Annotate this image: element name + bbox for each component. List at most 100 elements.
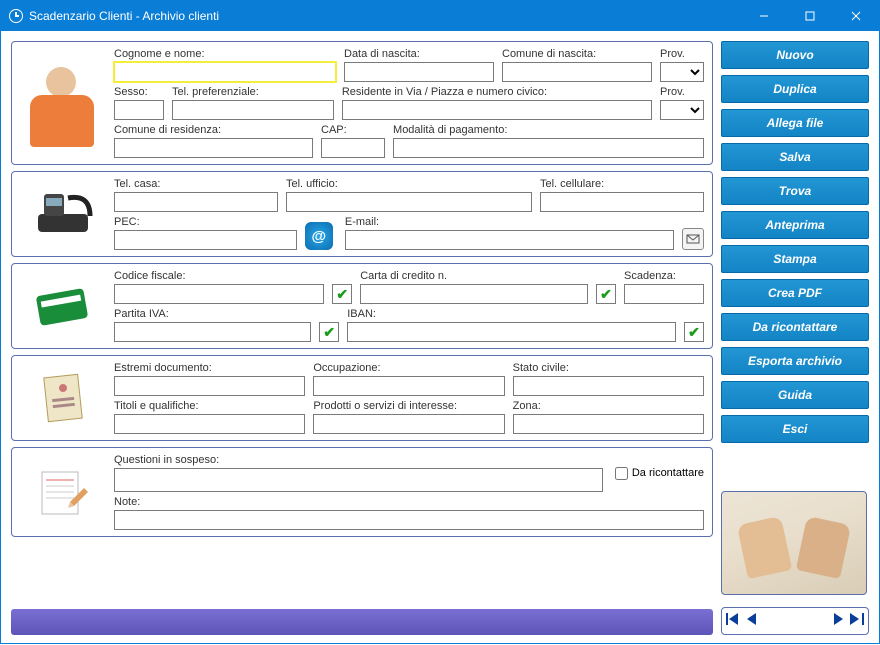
prov2-select[interactable]	[660, 100, 704, 120]
esporta-button[interactable]: Esporta archivio	[721, 347, 869, 375]
cf-label: Codice fiscale:	[114, 270, 324, 282]
comune-nascita-input[interactable]	[502, 62, 652, 82]
phone-icon	[20, 178, 106, 250]
scad-label: Scadenza:	[624, 270, 704, 282]
cc-input[interactable]	[360, 284, 588, 304]
nav-first-button[interactable]	[726, 612, 740, 630]
estremi-label: Estremi documento:	[114, 362, 305, 374]
trova-button[interactable]: Trova	[721, 177, 869, 205]
panel-contatti: Tel. casa: Tel. ufficio: Tel. cellulare:…	[11, 171, 713, 257]
note-label: Note:	[114, 496, 704, 508]
panel-fiscale: Codice fiscale: ✔ Carta di credito n. ✔ …	[11, 263, 713, 349]
tel-ufficio-input[interactable]	[286, 192, 532, 212]
tel-casa-input[interactable]	[114, 192, 278, 212]
email-input[interactable]	[345, 230, 674, 250]
email-action-button[interactable]	[682, 228, 704, 250]
cc-validate-button[interactable]: ✔	[596, 284, 616, 304]
creapdf-button[interactable]: Crea PDF	[721, 279, 869, 307]
piva-validate-button[interactable]: ✔	[319, 322, 339, 342]
record-navigator	[721, 607, 869, 635]
handshake-image	[721, 491, 867, 595]
guida-button[interactable]: Guida	[721, 381, 869, 409]
duplica-button[interactable]: Duplica	[721, 75, 869, 103]
sesso-input[interactable]	[114, 100, 164, 120]
close-button[interactable]	[833, 1, 879, 31]
allega-button[interactable]: Allega file	[721, 109, 869, 137]
stato-input[interactable]	[513, 376, 704, 396]
occup-input[interactable]	[313, 376, 504, 396]
salva-button[interactable]: Salva	[721, 143, 869, 171]
cognome-label: Cognome e nome:	[114, 48, 336, 60]
residente-label: Residente in Via / Piazza e numero civic…	[342, 86, 652, 98]
comune-nascita-label: Comune di nascita:	[502, 48, 652, 60]
prov1-label: Prov.	[660, 48, 704, 60]
ricontattare-checkbox-label: Da ricontattare	[632, 467, 704, 479]
iban-validate-button[interactable]: ✔	[684, 322, 704, 342]
mod-pagamento-label: Modalità di pagamento:	[393, 124, 704, 136]
titoli-label: Titoli e qualifiche:	[114, 400, 305, 412]
cc-label: Carta di credito n.	[360, 270, 588, 282]
tel-cell-label: Tel. cellulare:	[540, 178, 704, 190]
esci-button[interactable]: Esci	[721, 415, 869, 443]
panel-note: Questioni in sospeso: Da ricontattare No…	[11, 447, 713, 537]
stato-label: Stato civile:	[513, 362, 704, 374]
document-icon	[20, 362, 106, 434]
maximize-button[interactable]	[787, 1, 833, 31]
app-icon	[9, 9, 23, 23]
titoli-input[interactable]	[114, 414, 305, 434]
at-icon: @	[305, 222, 333, 250]
estremi-input[interactable]	[114, 376, 305, 396]
tel-pref-input[interactable]	[172, 100, 334, 120]
cf-input[interactable]	[114, 284, 324, 304]
piva-label: Partita IVA:	[114, 308, 311, 320]
cap-label: CAP:	[321, 124, 385, 136]
prodotti-label: Prodotti o servizi di interesse:	[313, 400, 504, 412]
nuovo-button[interactable]: Nuovo	[721, 41, 869, 69]
card-icon	[20, 270, 106, 342]
tel-ufficio-label: Tel. ufficio:	[286, 178, 532, 190]
piva-input[interactable]	[114, 322, 311, 342]
pec-label: PEC:	[114, 216, 297, 228]
person-image	[20, 48, 106, 158]
cf-validate-button[interactable]: ✔	[332, 284, 352, 304]
comune-res-input[interactable]	[114, 138, 313, 158]
notepad-icon	[20, 454, 106, 530]
stampa-button[interactable]: Stampa	[721, 245, 869, 273]
questioni-label: Questioni in sospeso:	[114, 454, 603, 466]
minimize-button[interactable]	[741, 1, 787, 31]
sesso-label: Sesso:	[114, 86, 164, 98]
panel-anagrafica: Cognome e nome: Data di nascita: Comune …	[11, 41, 713, 165]
zona-label: Zona:	[513, 400, 704, 412]
window-title: Scadenzario Clienti - Archivio clienti	[29, 9, 219, 23]
zona-input[interactable]	[513, 414, 704, 434]
note-input[interactable]	[114, 510, 704, 530]
scad-input[interactable]	[624, 284, 704, 304]
progress-bar	[11, 609, 713, 635]
mod-pagamento-input[interactable]	[393, 138, 704, 158]
questioni-input[interactable]	[114, 468, 603, 492]
residente-input[interactable]	[342, 100, 652, 120]
anteprima-button[interactable]: Anteprima	[721, 211, 869, 239]
prov2-label: Prov.	[660, 86, 704, 98]
tel-casa-label: Tel. casa:	[114, 178, 278, 190]
email-label: E-mail:	[345, 216, 674, 228]
nav-last-button[interactable]	[850, 612, 864, 630]
iban-label: IBAN:	[347, 308, 676, 320]
cognome-input[interactable]	[114, 62, 336, 82]
ricontattare-button[interactable]: Da ricontattare	[721, 313, 869, 341]
data-nascita-label: Data di nascita:	[344, 48, 494, 60]
iban-input[interactable]	[347, 322, 676, 342]
nav-next-button[interactable]	[834, 612, 844, 630]
pec-input[interactable]	[114, 230, 297, 250]
data-nascita-input[interactable]	[344, 62, 494, 82]
nav-prev-button[interactable]	[746, 612, 756, 630]
cap-input[interactable]	[321, 138, 385, 158]
prov1-select[interactable]	[660, 62, 704, 82]
occup-label: Occupazione:	[313, 362, 504, 374]
panel-documento: Estremi documento: Occupazione: Stato ci…	[11, 355, 713, 441]
prodotti-input[interactable]	[313, 414, 504, 434]
comune-res-label: Comune di residenza:	[114, 124, 313, 136]
tel-pref-label: Tel. preferenziale:	[172, 86, 334, 98]
ricontattare-checkbox[interactable]	[615, 467, 628, 480]
tel-cell-input[interactable]	[540, 192, 704, 212]
